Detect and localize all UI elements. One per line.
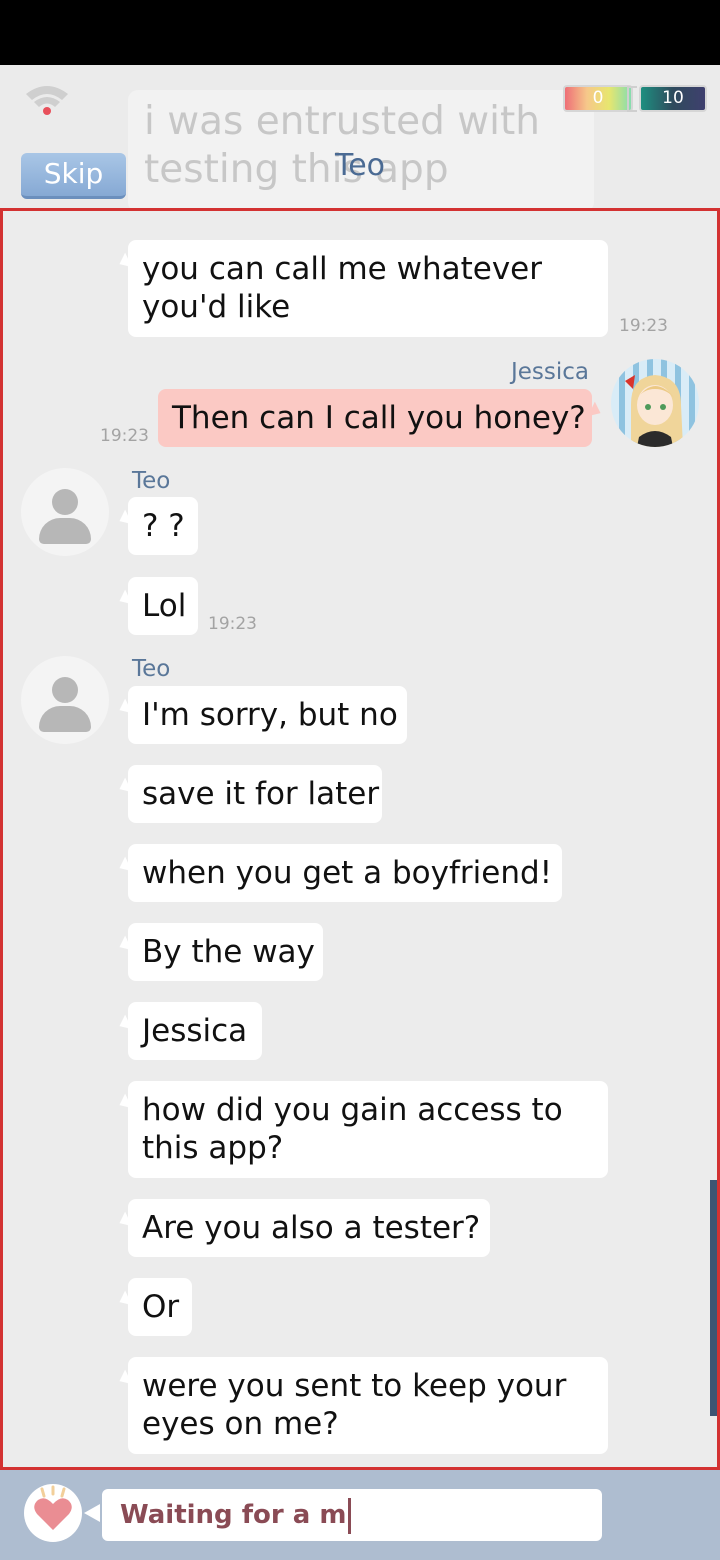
message-bubble: Are you also a tester? xyxy=(128,1199,490,1257)
teo-avatar[interactable] xyxy=(21,468,109,556)
input-text: Waiting for a m xyxy=(120,1500,347,1530)
message-bubble: were you sent to keep your eyes on me? xyxy=(128,1357,608,1454)
jessica-avatar[interactable] xyxy=(611,359,699,447)
my-message-bubble: Then can I call you honey? xyxy=(158,389,592,447)
teo-avatar[interactable] xyxy=(21,656,109,744)
status-bar xyxy=(0,0,720,65)
message-bubble: Lol xyxy=(128,577,198,635)
message-bubble: save it for later xyxy=(128,765,382,823)
user-avatar-body xyxy=(39,518,91,544)
avatar-portrait-icon xyxy=(625,375,683,447)
message-time: 19:23 xyxy=(619,316,668,336)
sender-name: Teo xyxy=(132,656,171,682)
message-bubble: you can call me whatever you'd like xyxy=(128,240,608,337)
message-time: 19:23 xyxy=(100,426,149,446)
sender-name: Teo xyxy=(132,468,171,494)
message-bubble: Or xyxy=(128,1278,192,1336)
message-time: 19:23 xyxy=(208,614,257,634)
user-avatar-icon xyxy=(52,677,78,703)
chat-title: Teo xyxy=(334,148,386,183)
message-bubble: ? ? xyxy=(128,497,198,555)
message-bubble: when you get a boyfriend! xyxy=(128,844,562,902)
user-avatar-body xyxy=(39,706,91,732)
message-bubble: By the way xyxy=(128,923,323,981)
message-bubble: how did you gain access to this app? xyxy=(128,1081,608,1178)
counter-divider xyxy=(627,86,637,112)
message-bubble: I'm sorry, but no xyxy=(128,686,407,744)
scrollbar[interactable] xyxy=(710,1180,717,1416)
input-pointer xyxy=(84,1504,100,1522)
skip-button[interactable]: Skip xyxy=(21,153,126,199)
text-cursor xyxy=(348,1497,352,1534)
sender-name: Jessica xyxy=(511,359,590,385)
message-input[interactable]: Waiting for a m xyxy=(102,1489,602,1541)
wifi-icon xyxy=(26,86,68,115)
heart-icon xyxy=(34,1485,72,1530)
coins-counter: 10 xyxy=(639,85,707,112)
hearts-counter: 0 xyxy=(563,85,633,112)
message-bubble: Jessica xyxy=(128,1002,262,1060)
heart-button[interactable] xyxy=(24,1484,82,1542)
user-avatar-icon xyxy=(52,489,78,515)
